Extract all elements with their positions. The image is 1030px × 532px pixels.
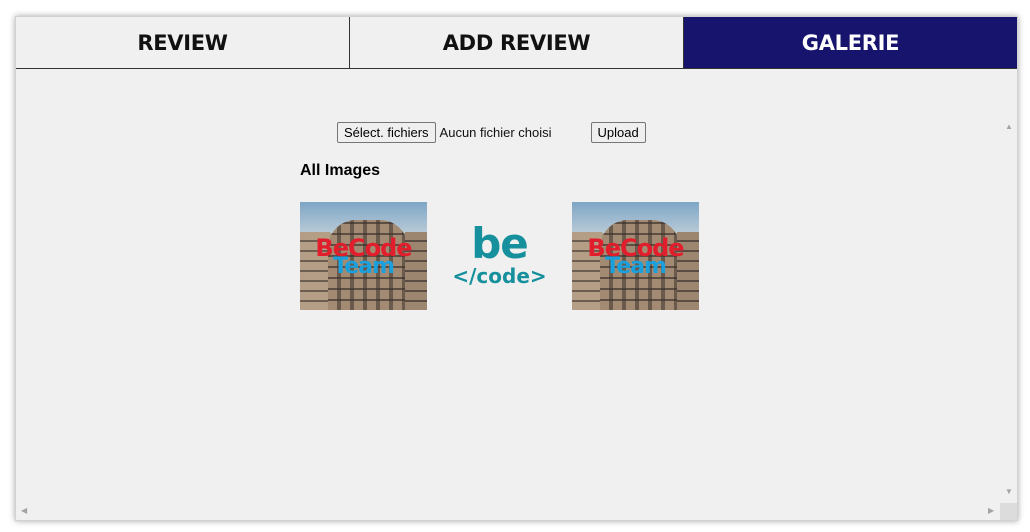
scrollbar-corner [1000,503,1017,520]
tab-add-review[interactable]: ADD REVIEW [349,17,683,68]
scroll-down-arrow-icon[interactable]: ▼ [1005,488,1013,496]
photo-overlay-text: Team [605,254,667,279]
gallery-image-becode-logo[interactable]: be </code> [436,202,563,310]
scroll-up-arrow-icon[interactable]: ▲ [1005,123,1013,131]
upload-form: Sélect. fichiers Aucun fichier choisi Up… [337,121,646,143]
scroll-right-arrow-icon[interactable]: ▶ [988,507,994,515]
becode-logo-be: be [471,219,529,268]
app-frame: REVIEW ADD REVIEW GALERIE Sélect. fichie… [15,16,1018,521]
select-files-button[interactable]: Sélect. fichiers [337,121,436,143]
horizontal-scrollbar[interactable]: ◀ ▶ [16,503,1000,520]
photo-overlay-text: Team [333,254,395,279]
gallery-image-becode-team[interactable]: BeCode Team [572,202,699,310]
image-gallery: BeCode Team be </code> BeCode Team [300,202,699,310]
tab-galerie[interactable]: GALERIE [683,17,1017,68]
becode-logo-code: </code> [452,264,547,288]
gallery-heading: All Images [300,162,381,179]
file-status-text: Aucun fichier choisi [439,124,552,140]
upload-button[interactable]: Upload [590,121,646,143]
tab-review[interactable]: REVIEW [16,17,349,68]
gallery-image-becode-team[interactable]: BeCode Team [300,202,427,310]
vertical-scrollbar[interactable]: ▲ ▼ [1000,68,1017,520]
tab-bar: REVIEW ADD REVIEW GALERIE [16,17,1017,69]
scroll-left-arrow-icon[interactable]: ◀ [21,507,27,515]
